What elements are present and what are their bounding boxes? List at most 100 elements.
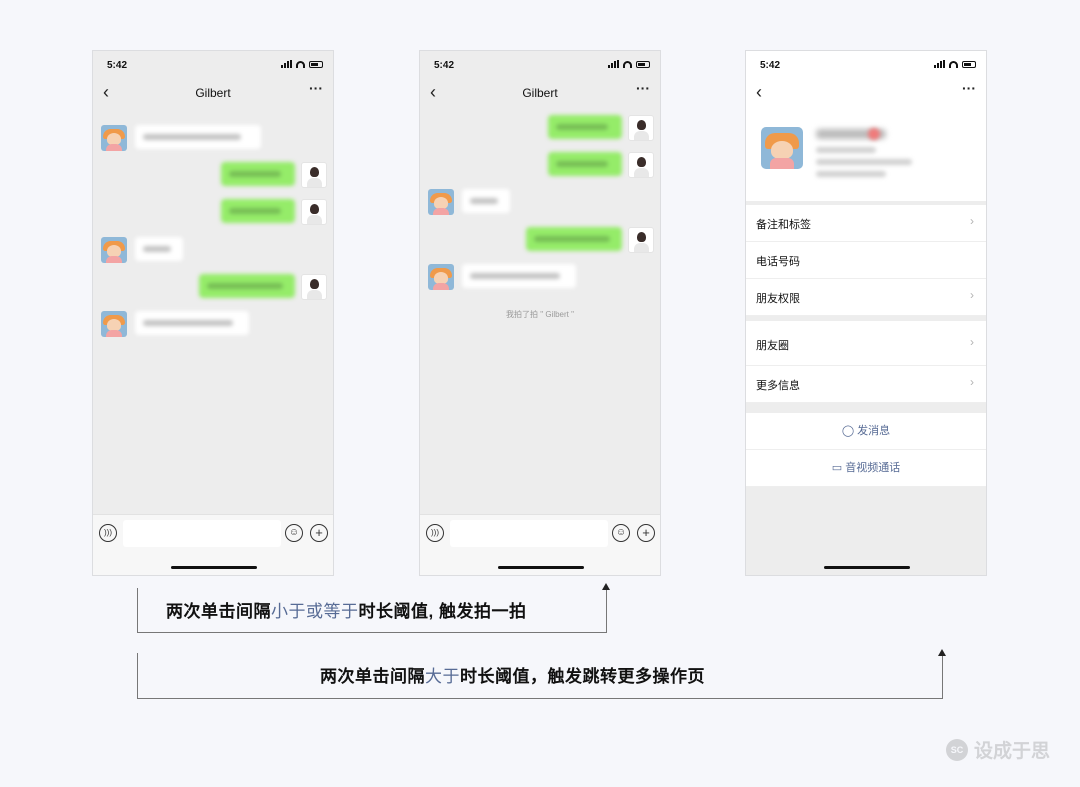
plus-icon[interactable]: + [310,524,328,542]
gender-icon [868,128,880,140]
status-time: 5:42 [107,60,128,71]
voice-icon[interactable]: ))) [99,524,117,542]
row-phone-number[interactable]: 电话号码 [746,242,986,279]
row-remark-tags[interactable]: 备注和标签 › [746,205,986,242]
profile-info-blurred [816,147,876,153]
profile-settings-group1: 备注和标签 › 电话号码 朋友权限 › [746,205,986,316]
emoji-icon[interactable]: ☺ [285,524,303,542]
home-indicator [498,566,584,569]
contact-avatar[interactable] [428,189,454,215]
my-avatar[interactable] [628,152,654,178]
signal-icon [281,60,292,68]
phone-chat-before: 5:42 ‹ Gilbert ··· ))) ☺ + [92,50,334,576]
caption-profile: 两次单击间隔大于时长阈值，触发跳转更多操作页 [320,667,705,686]
profile-actions: ◯ 发消息 ▭ 音视频通话 [746,413,986,487]
message-bubble-in [135,311,249,335]
contact-avatar[interactable] [101,237,127,263]
wifi-icon [623,60,632,68]
row-label: 朋友圈 [756,340,789,352]
video-call-button[interactable]: ▭ 音视频通话 [746,450,986,487]
battery-icon [309,60,323,68]
back-icon[interactable]: ‹ [756,83,762,101]
row-more-info[interactable]: 更多信息 › [746,366,986,403]
row-label: 朋友权限 [756,293,800,305]
phone-chat-pat: 5:42 ‹ Gilbert ··· 我拍了拍 " Gilbert " ))) … [419,50,661,576]
phone-profile: 5:42 ‹ ··· 备注和标签 › 电话号码 朋友权限 › 朋友圈 › 更多信… [745,50,987,576]
signal-icon [608,60,619,68]
my-avatar[interactable] [628,115,654,141]
status-bar: 5:42 [93,51,333,79]
action-label: 发消息 [857,425,891,437]
my-avatar[interactable] [628,227,654,253]
message-input[interactable] [450,520,608,547]
message-bubble-in [462,189,510,213]
chat-navbar: ‹ Gilbert ··· [93,79,333,109]
caption-pat: 两次单击间隔小于或等于时长阈值, 触发拍一拍 [166,602,527,621]
wifi-icon [949,60,958,68]
action-label: 音视频通话 [845,462,901,474]
row-label: 备注和标签 [756,219,811,231]
voice-icon[interactable]: ))) [426,524,444,542]
arrow-up-icon [602,583,610,590]
message-bubble-out [221,199,295,223]
status-time: 5:42 [434,60,455,71]
pat-system-message: 我拍了拍 " Gilbert " [506,310,574,319]
row-label: 电话号码 [756,256,800,268]
message-bubble-out [199,274,295,298]
message-bubble-in [462,264,576,288]
wifi-icon [296,60,305,68]
signal-icon [934,60,945,68]
message-input[interactable] [123,520,281,547]
more-icon[interactable]: ··· [636,80,650,96]
status-icons [934,60,976,68]
my-avatar[interactable] [301,162,327,188]
status-time: 5:42 [760,60,781,71]
contact-avatar[interactable] [428,264,454,290]
profile-settings-group2: 朋友圈 › 更多信息 › [746,321,986,403]
my-avatar[interactable] [301,199,327,225]
contact-avatar[interactable] [101,311,127,337]
row-label: 更多信息 [756,380,800,392]
arrow-up-icon [938,649,946,656]
chat-navbar: ‹ Gilbert ··· [420,79,660,109]
message-bubble-out [221,162,295,186]
chevron-right-icon: › [970,288,974,302]
chat-input-bar: ))) ☺ + [420,514,660,575]
brand-logo: SC 设成于思 [945,736,1050,763]
status-bar: 5:42 [420,51,660,79]
message-bubble-in [135,237,183,261]
status-icons [281,60,323,68]
home-indicator [824,566,910,569]
profile-navbar: ‹ ··· [746,79,986,109]
battery-icon [636,60,650,68]
emoji-icon[interactable]: ☺ [612,524,630,542]
message-bubble-in [135,125,261,149]
chevron-right-icon: › [970,214,974,228]
profile-info-blurred [816,171,886,177]
video-call-icon: ▭ [831,462,843,474]
profile-info-blurred [816,159,912,165]
profile-avatar[interactable] [761,127,803,169]
send-message-button[interactable]: ◯ 发消息 [746,413,986,450]
brand-mark-icon: SC [945,738,968,761]
row-friend-permissions[interactable]: 朋友权限 › [746,279,986,316]
home-indicator [171,566,257,569]
status-bar: 5:42 [746,51,986,79]
my-avatar[interactable] [301,274,327,300]
status-icons [608,60,650,68]
chat-title: Gilbert [522,86,558,100]
chat-title: Gilbert [195,86,231,100]
row-moments[interactable]: 朋友圈 › [746,321,986,366]
battery-icon [962,60,976,68]
message-bubble-out [548,152,622,176]
plus-icon[interactable]: + [637,524,655,542]
message-bubble-out [526,227,622,251]
message-bubble-out [548,115,622,139]
chevron-right-icon: › [970,375,974,389]
chat-bubble-icon: ◯ [841,425,855,437]
more-icon[interactable]: ··· [962,80,976,96]
more-icon[interactable]: ··· [309,80,323,96]
chevron-right-icon: › [970,335,974,349]
chat-input-bar: ))) ☺ + [93,514,333,575]
contact-avatar[interactable] [101,125,127,151]
